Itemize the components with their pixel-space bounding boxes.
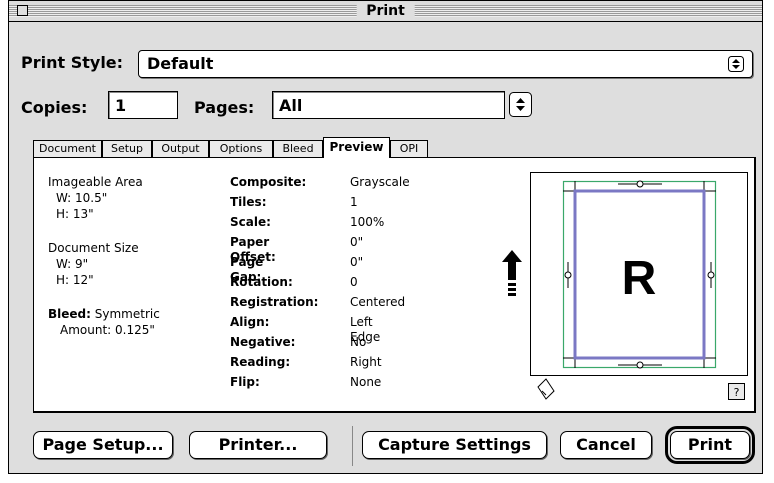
pages-popup-arrows-icon[interactable] [509,92,533,118]
settings-key: Align: [230,315,270,329]
tab-opi[interactable]: OPI [390,140,428,157]
bleed-label: Bleed: [48,307,91,321]
settings-value: 0" [350,235,364,249]
settings-key: Reading: [230,355,291,369]
settings-list: Composite: Grayscale Tiles: 1 Scale: 100% P… [230,175,430,405]
page-preview: R ? [530,172,748,400]
help-icon: ? [734,386,740,399]
printer-button[interactable]: Printer... [189,431,327,459]
pages-label: Pages: [194,98,255,117]
settings-value: 0" [350,255,364,269]
preview-panel: Imageable Area W: 10.5" H: 13" Document … [33,157,756,413]
copies-field[interactable]: 1 [108,91,178,119]
tab-bleed[interactable]: Bleed [273,140,323,157]
document-size-height: H: 12" [56,273,94,287]
pages-value: All [279,96,303,115]
preview-letter: R [622,252,657,305]
tab-preview[interactable]: Preview [323,137,390,158]
print-style-label: Print Style: [21,53,124,72]
bleed-info: Bleed: Symmetric [48,307,160,322]
settings-value: 1 [350,195,358,209]
pages-field[interactable]: All [272,91,505,119]
settings-value: 100% [350,215,385,229]
settings-key: Negative: [230,335,296,349]
settings-key: Scale: [230,215,271,229]
settings-key: Composite: [230,175,307,189]
window-title: Print [356,2,415,20]
settings-value: Grayscale [350,175,410,189]
settings-key: Rotation: [230,275,293,289]
print-dialog: Print Print Style: Default Copies: 1 Pag… [8,0,763,474]
document-size-width: W: 9" [56,257,89,271]
page-setup-button[interactable]: Page Setup... [33,431,173,459]
imageable-area-width: W: 10.5" [56,191,108,205]
bleed-value: Symmetric [94,307,160,321]
capture-settings-button[interactable]: Capture Settings [362,431,547,459]
copies-value: 1 [115,96,127,115]
document-size-title: Document Size [48,241,139,255]
settings-value: No [350,335,367,349]
updown-arrows-icon [728,56,744,72]
bleed-amount: Amount: 0.125" [60,323,155,337]
page-flip-icon[interactable] [537,378,555,400]
copies-label: Copies: [21,98,88,117]
tab-setup[interactable]: Setup [102,140,152,157]
cancel-button[interactable]: Cancel [560,431,652,459]
print-style-popup[interactable]: Default [138,50,753,78]
settings-key: Flip: [230,375,260,389]
settings-value: None [350,375,382,389]
title-bar[interactable]: Print [9,1,762,22]
print-button[interactable]: Print [665,426,755,464]
settings-key: Tiles: [230,195,267,209]
imageable-area-height: H: 13" [56,207,94,221]
tab-document[interactable]: Document [33,140,102,157]
imageable-area-title: Imageable Area [48,175,143,189]
button-divider [352,426,353,466]
settings-value: Centered [350,295,406,309]
tab-options[interactable]: Options [209,140,273,157]
print-style-value: Default [147,54,214,73]
tab-output[interactable]: Output [152,140,209,157]
settings-value: Right [350,355,382,369]
settings-value: 0 [350,275,358,289]
close-box-icon[interactable] [17,5,28,16]
feed-direction-arrow-icon [502,250,522,296]
settings-key: Registration: [230,295,319,309]
help-button[interactable]: ? [728,383,745,400]
